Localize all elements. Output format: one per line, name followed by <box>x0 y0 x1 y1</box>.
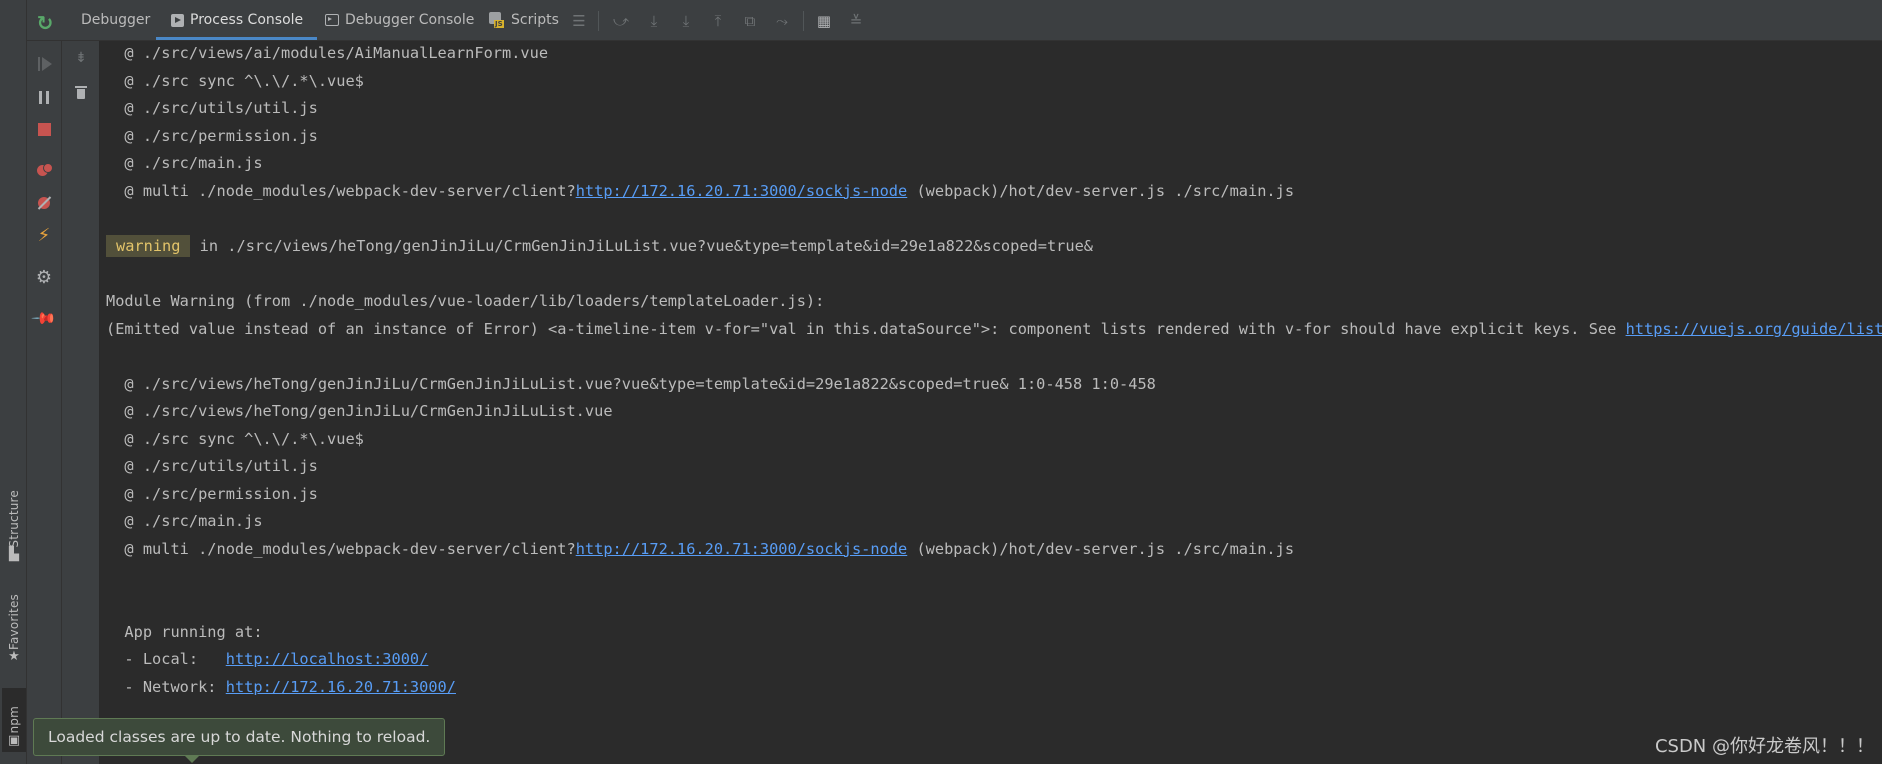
gear-icon[interactable]: ⚙ <box>34 267 54 288</box>
console-text: App running at: <box>106 622 263 641</box>
console-text: - Network: <box>106 677 226 696</box>
watermark: CSDN @你好龙卷风！！！ <box>1654 736 1874 757</box>
console-text: (webpack)/hot/dev-server.js ./src/main.j… <box>907 181 1295 200</box>
console-text: @ ./src/utils/util.js <box>106 457 318 476</box>
console-line: - Network: http://172.16.20.71:3000/ <box>106 675 456 699</box>
console-line: @ ./src/views/ai/modules/AiManualLearnFo… <box>106 41 548 65</box>
tab-label: Debugger Console <box>345 12 475 28</box>
console-text: @ ./src/main.js <box>106 154 263 173</box>
console-line: @ multi ./node_modules/webpack-dev-serve… <box>106 179 1294 203</box>
side-tab-npm[interactable]: ▣ npm <box>2 688 26 752</box>
console-output[interactable]: @ ./src/views/ai/modules/AiManualLearnFo… <box>100 41 1882 764</box>
scroll-to-end-icon[interactable]: ⇟ <box>71 48 91 68</box>
side-tab-favorites[interactable]: ★ Favorites <box>2 594 26 668</box>
toolbar-separator <box>803 11 804 31</box>
console-link[interactable]: http://172.16.20.71:3000/sockjs-node <box>576 540 908 558</box>
console-line: @ ./src/views/heTong/genJinJiLu/CrmGenJi… <box>106 399 613 423</box>
console-actions: ⇟ <box>62 41 100 764</box>
stop-icon[interactable] <box>34 119 54 139</box>
side-tab-label: Structure <box>7 490 21 548</box>
lightning-icon[interactable]: ⚡ <box>34 225 54 246</box>
console-text: (Emitted value instead of an instance of… <box>106 319 1626 338</box>
console-line: @ ./src/main.js <box>106 151 263 175</box>
notification-balloon[interactable]: Loaded classes are up to date. Nothing t… <box>33 718 446 763</box>
play-console-icon <box>171 13 184 27</box>
tab-debugger-console[interactable]: Debugger Console <box>325 0 474 40</box>
console-text: @ ./src/views/heTong/genJinJiLu/CrmGenJi… <box>106 402 613 421</box>
menu-lines-icon[interactable]: ☰ <box>570 12 588 30</box>
star-icon: ★ <box>8 649 20 665</box>
force-step-icon[interactable]: ⤳ <box>773 12 791 30</box>
structure-icon: ▙ <box>9 546 19 562</box>
console-text: @ ./src/permission.js <box>106 484 318 503</box>
run-to-cursor-icon[interactable]: ⧉ <box>741 12 759 30</box>
console-line: App running at: <box>106 620 263 644</box>
console-warning-line: warning in ./src/views/heTong/genJinJiLu… <box>106 234 1093 258</box>
table-grid-icon[interactable]: ▦ <box>815 12 833 30</box>
pin-icon[interactable]: 📌 <box>30 304 58 332</box>
side-tab-label: npm <box>7 706 21 734</box>
console-text: @ ./src sync ^\.\/.*\.vue$ <box>106 71 364 90</box>
rerun-icon[interactable]: ↻ <box>35 11 55 35</box>
console-text: (webpack)/hot/dev-server.js ./src/main.j… <box>907 539 1295 558</box>
resume-icon[interactable] <box>37 54 57 74</box>
side-tab-structure[interactable]: ▙ Structure <box>2 490 26 566</box>
step-out-icon[interactable]: ⤒ <box>709 12 727 30</box>
pause-icon[interactable] <box>34 87 54 107</box>
side-tab-label: Favorites <box>7 594 21 651</box>
mute-breakpoints-icon[interactable] <box>34 193 54 213</box>
console-line: @ ./src/permission.js <box>106 482 318 506</box>
console-text: @ ./src/main.js <box>106 512 263 531</box>
trash-icon[interactable] <box>71 82 91 102</box>
console-line: @ ./src/views/heTong/genJinJiLu/CrmGenJi… <box>106 372 1156 396</box>
tab-debugger[interactable]: Debugger <box>81 0 150 40</box>
tab-label: Debugger <box>81 12 151 28</box>
console-text: Module Warning (from ./node_modules/vue-… <box>106 291 825 310</box>
scripts-js-icon <box>489 12 505 28</box>
console-text: @ ./src sync ^\.\/.*\.vue$ <box>106 429 364 448</box>
settings-sliders-icon[interactable]: ≚ <box>847 12 865 30</box>
toolbar-separator <box>598 11 599 31</box>
console-link[interactable]: http://172.16.20.71:3000/sockjs-node <box>576 182 908 200</box>
debugger-actions: ↻ ⚡ ⚙ 📌 <box>27 11 62 764</box>
console-link[interactable]: http://localhost:3000/ <box>226 650 429 668</box>
console-line: (Emitted value instead of an instance of… <box>106 317 1882 341</box>
console-line: @ multi ./node_modules/webpack-dev-serve… <box>106 537 1294 561</box>
console-text: @ multi ./node_modules/webpack-dev-serve… <box>106 181 576 200</box>
console-line: @ ./src/permission.js <box>106 124 318 148</box>
console-line: Module Warning (from ./node_modules/vue-… <box>106 289 824 313</box>
console-text: - Local: <box>106 650 226 669</box>
tab-process-console[interactable]: Process Console <box>156 0 318 40</box>
console-text: @ ./src/views/heTong/genJinJiLu/CrmGenJi… <box>106 374 1156 393</box>
console-line: @ ./src/utils/util.js <box>106 454 318 478</box>
console-line: @ ./src/utils/util.js <box>106 96 318 120</box>
console-text: @ multi ./node_modules/webpack-dev-serve… <box>106 539 576 558</box>
console-link[interactable]: https://vuejs.org/guide/list.html#key <box>1626 320 1882 338</box>
debugger-console-icon <box>325 14 339 26</box>
step-over-icon[interactable]: ⤓ <box>645 12 663 30</box>
console-text: @ ./src/views/ai/modules/AiManualLearnFo… <box>106 44 549 62</box>
show-execution-point-icon[interactable]: ⤻ <box>612 12 630 30</box>
console-link[interactable]: http://172.16.20.71:3000/ <box>226 678 456 696</box>
tab-label: Scripts <box>511 12 559 28</box>
console-line: - Local: http://localhost:3000/ <box>106 647 428 671</box>
console-line: @ ./src/main.js <box>106 509 263 533</box>
console-line: @ ./src sync ^\.\/.*\.vue$ <box>106 427 364 451</box>
ide-run-window: ▙ Structure ★ Favorites ▣ npm Debugger P… <box>0 0 1882 764</box>
console-line: @ ./src sync ^\.\/.*\.vue$ <box>106 69 364 93</box>
notification-text: Loaded classes are up to date. Nothing t… <box>48 728 431 746</box>
warning-badge: warning <box>106 234 191 257</box>
side-tool-strip: ▙ Structure ★ Favorites ▣ npm <box>0 0 27 764</box>
step-into-icon[interactable]: ⤓ <box>677 12 695 30</box>
console-text: @ ./src/permission.js <box>106 126 318 145</box>
debug-tab-bar: Debugger Process Console Debugger Consol… <box>27 0 1882 41</box>
console-text: in ./src/views/heTong/genJinJiLu/CrmGenJ… <box>190 236 1094 255</box>
tab-label: Process Console <box>190 12 304 28</box>
tab-scripts[interactable]: Scripts <box>489 0 559 40</box>
console-text: @ ./src/utils/util.js <box>106 99 318 118</box>
view-breakpoints-icon[interactable] <box>34 160 54 180</box>
npm-icon: ▣ <box>7 733 21 748</box>
